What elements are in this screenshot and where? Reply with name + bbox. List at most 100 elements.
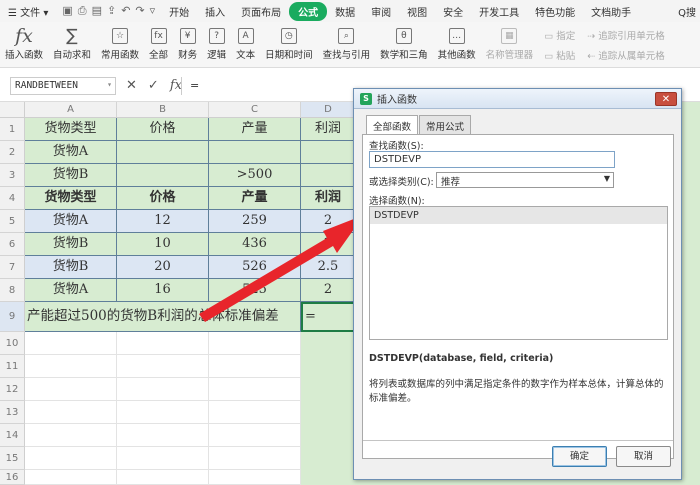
table-cell[interactable] (301, 141, 356, 164)
ok-button[interactable]: 确定 (552, 446, 607, 467)
name-manager-button[interactable]: ▦ 名称管理器 (481, 26, 539, 61)
insert-function-button[interactable]: fx 插入函数 (0, 25, 48, 61)
table-cell[interactable] (301, 164, 356, 187)
paste-name-button[interactable]: ▭ 粘贴 (544, 48, 575, 62)
close-icon[interactable]: ✕ (655, 92, 677, 106)
table-cell[interactable]: 货物B (25, 233, 117, 256)
tab-doc-assistant[interactable]: 文档助手 (583, 4, 639, 19)
tab-formulas[interactable]: 公式 (289, 1, 328, 21)
lookup-reference-button[interactable]: ⌕ 查找与引用 (318, 26, 376, 61)
formula-input[interactable]: = (190, 79, 199, 92)
row-header[interactable]: 14 (0, 424, 25, 447)
empty-cell[interactable] (209, 447, 301, 470)
empty-cell[interactable] (117, 424, 209, 447)
trace-dependents-button[interactable]: ⇠ 追踪从属单元格 (587, 48, 665, 62)
empty-cell[interactable] (209, 401, 301, 424)
date-time-button[interactable]: ◷ 日期和时间 (260, 26, 318, 61)
logical-button[interactable]: ? 逻辑 (202, 26, 231, 61)
table-cell[interactable] (117, 164, 209, 187)
row-header[interactable]: 9 (0, 302, 25, 332)
tab-special[interactable]: 特色功能 (527, 4, 583, 19)
select-all-corner[interactable] (0, 102, 25, 118)
active-cell[interactable]: = (301, 302, 356, 332)
table-cell[interactable] (209, 141, 301, 164)
function-list[interactable]: DSTDEVP (369, 206, 668, 340)
tab-review[interactable]: 审阅 (363, 4, 399, 19)
tab-all-functions[interactable]: 全部函数 (366, 115, 419, 136)
table-cell[interactable]: >500 (209, 164, 301, 187)
table-cell[interactable]: 259 (209, 210, 301, 233)
menu-icon[interactable]: ☰ 文件 ▾ (0, 4, 56, 19)
tab-page-layout[interactable]: 页面布局 (233, 4, 289, 19)
chevron-down-icon[interactable]: ▾ (107, 80, 112, 89)
table-cell[interactable] (117, 141, 209, 164)
row-header[interactable]: 8 (0, 279, 25, 302)
search-icon[interactable]: Q搜 (670, 4, 700, 19)
empty-cell[interactable] (209, 332, 301, 355)
customize-icon[interactable]: ▿ (150, 4, 156, 18)
row-header[interactable]: 6 (0, 233, 25, 256)
tab-view[interactable]: 视图 (399, 4, 435, 19)
print-preview-icon[interactable]: ⎙ (78, 4, 87, 18)
column-header-b[interactable]: B (117, 102, 209, 118)
empty-cell[interactable] (209, 355, 301, 378)
dialog-title-bar[interactable]: S 插入函数 (354, 89, 681, 109)
name-box[interactable]: RANDBETWEEN ▾ (10, 77, 116, 95)
empty-cell[interactable] (209, 424, 301, 447)
table-cell[interactable]: 20 (117, 256, 209, 279)
question-label-cell[interactable]: 产能超过500的货物B利润的总体标准偏差 (25, 302, 301, 332)
row-header[interactable]: 11 (0, 355, 25, 378)
text-button[interactable]: A 文本 (231, 26, 260, 61)
table-cell[interactable]: 526 (209, 256, 301, 279)
list-item[interactable]: DSTDEVP (370, 207, 667, 224)
column-header-a[interactable]: A (25, 102, 117, 118)
tab-home[interactable]: 开始 (161, 4, 197, 19)
redo-icon[interactable]: ↷ (135, 4, 144, 18)
specify-button[interactable]: ▭ 指定 (544, 28, 575, 42)
empty-cell[interactable] (117, 447, 209, 470)
table-cell[interactable]: 货物A (25, 210, 117, 233)
table-cell[interactable]: 产量 (209, 187, 301, 210)
save-icon[interactable]: ▣ (62, 4, 72, 18)
tab-developer[interactable]: 开发工具 (471, 4, 527, 19)
empty-cell[interactable] (25, 401, 117, 424)
row-header[interactable]: 2 (0, 141, 25, 164)
search-function-input[interactable]: DSTDEVP (369, 151, 615, 168)
autosum-button[interactable]: ∑ 自动求和 (48, 26, 96, 61)
empty-cell[interactable] (25, 378, 117, 401)
tab-common-formulas[interactable]: 常用公式 (419, 115, 472, 136)
table-cell[interactable]: 436 (209, 233, 301, 256)
export-icon[interactable]: ⇪ (107, 4, 116, 18)
row-header[interactable]: 16 (0, 470, 25, 485)
table-cell[interactable]: 2 (301, 279, 356, 302)
row-header[interactable]: 5 (0, 210, 25, 233)
table-cell[interactable]: 利润 (301, 187, 356, 210)
row-header[interactable]: 3 (0, 164, 25, 187)
financial-button[interactable]: ¥ 财务 (173, 26, 202, 61)
table-cell[interactable]: 2.5 (301, 256, 356, 279)
row-header[interactable]: 1 (0, 118, 25, 141)
empty-cell[interactable] (117, 401, 209, 424)
undo-icon[interactable]: ↶ (121, 4, 130, 18)
row-header[interactable]: 4 (0, 187, 25, 210)
file-menu[interactable]: 文件 (20, 8, 40, 19)
table-cell[interactable]: 2 (301, 233, 356, 256)
empty-cell[interactable] (117, 470, 209, 485)
other-functions-button[interactable]: … 其他函数 (433, 26, 481, 61)
table-cell[interactable]: 16 (117, 279, 209, 302)
empty-cell[interactable] (25, 424, 117, 447)
row-header[interactable]: 12 (0, 378, 25, 401)
row-header[interactable]: 15 (0, 447, 25, 470)
table-cell[interactable]: 2 (301, 210, 356, 233)
empty-cell[interactable] (25, 355, 117, 378)
row-header[interactable]: 10 (0, 332, 25, 355)
empty-cell[interactable] (117, 355, 209, 378)
table-cell[interactable]: 价格 (117, 118, 209, 141)
row-header[interactable]: 7 (0, 256, 25, 279)
table-cell[interactable]: 价格 (117, 187, 209, 210)
table-cell[interactable]: 12 (117, 210, 209, 233)
cancel-button[interactable]: 取消 (616, 446, 671, 467)
empty-cell[interactable] (209, 470, 301, 485)
column-header-c[interactable]: C (209, 102, 301, 118)
table-cell[interactable]: 货物B (25, 164, 117, 187)
